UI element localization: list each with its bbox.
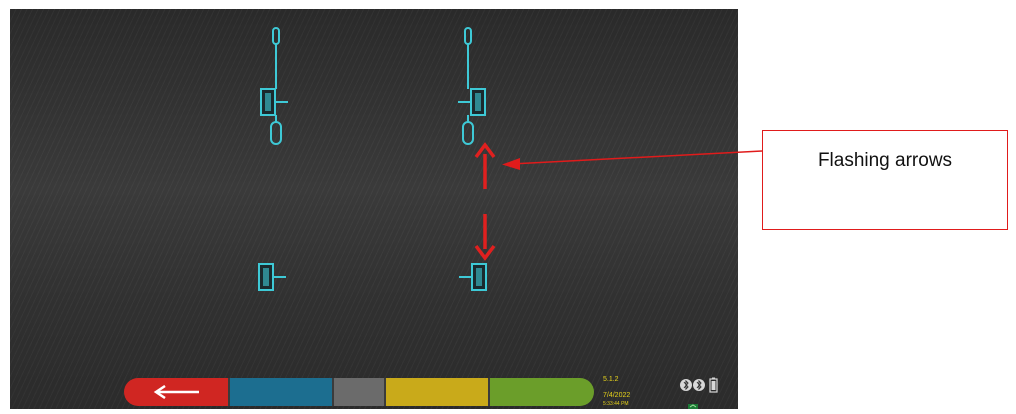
annotation-text: Flashing arrows bbox=[817, 150, 953, 171]
annotation-callout: Flashing arrows bbox=[762, 130, 1008, 230]
